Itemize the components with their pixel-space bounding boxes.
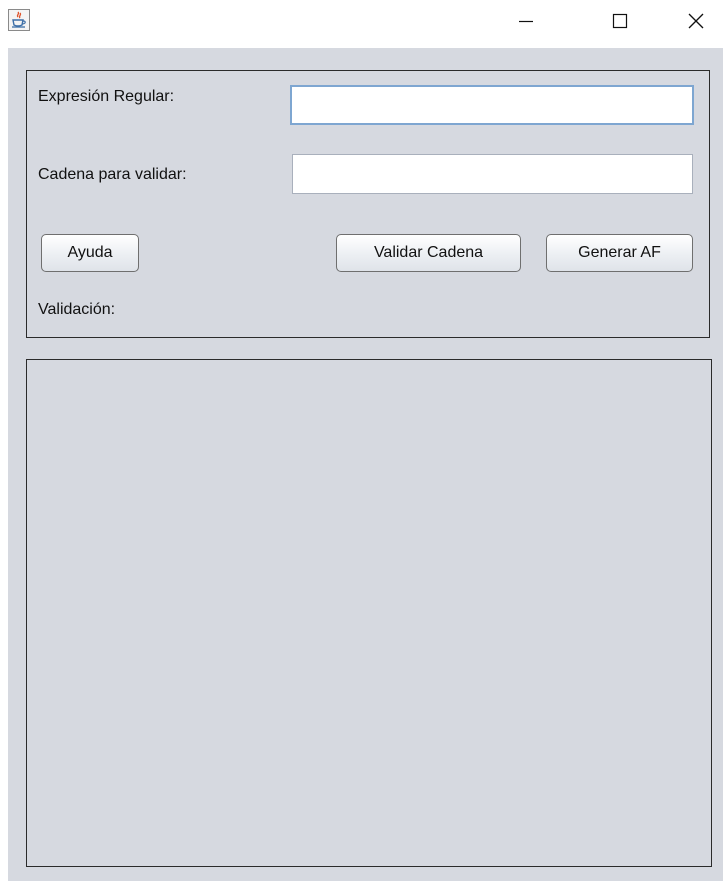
validate-button[interactable]: Validar Cadena <box>336 234 521 272</box>
java-coffee-cup-icon <box>8 9 30 31</box>
maximize-button[interactable] <box>597 0 643 42</box>
regex-label: Expresión Regular: <box>38 88 175 105</box>
help-button[interactable]: Ayuda <box>41 234 139 272</box>
close-button[interactable] <box>673 0 719 42</box>
regex-input[interactable] <box>290 85 694 125</box>
validation-label: Validación: <box>38 301 116 318</box>
automaton-panel <box>26 359 712 867</box>
title-bar <box>0 0 723 48</box>
window-content: Expresión Regular: Cadena para validar: … <box>8 48 723 881</box>
minimize-icon <box>519 20 533 23</box>
generate-af-button[interactable]: Generar AF <box>546 234 693 272</box>
string-input[interactable] <box>292 154 693 194</box>
maximize-icon <box>612 13 628 29</box>
close-icon <box>688 13 704 29</box>
minimize-button[interactable] <box>503 0 549 42</box>
string-label: Cadena para validar: <box>38 166 187 183</box>
input-panel: Expresión Regular: Cadena para validar: … <box>26 70 710 338</box>
